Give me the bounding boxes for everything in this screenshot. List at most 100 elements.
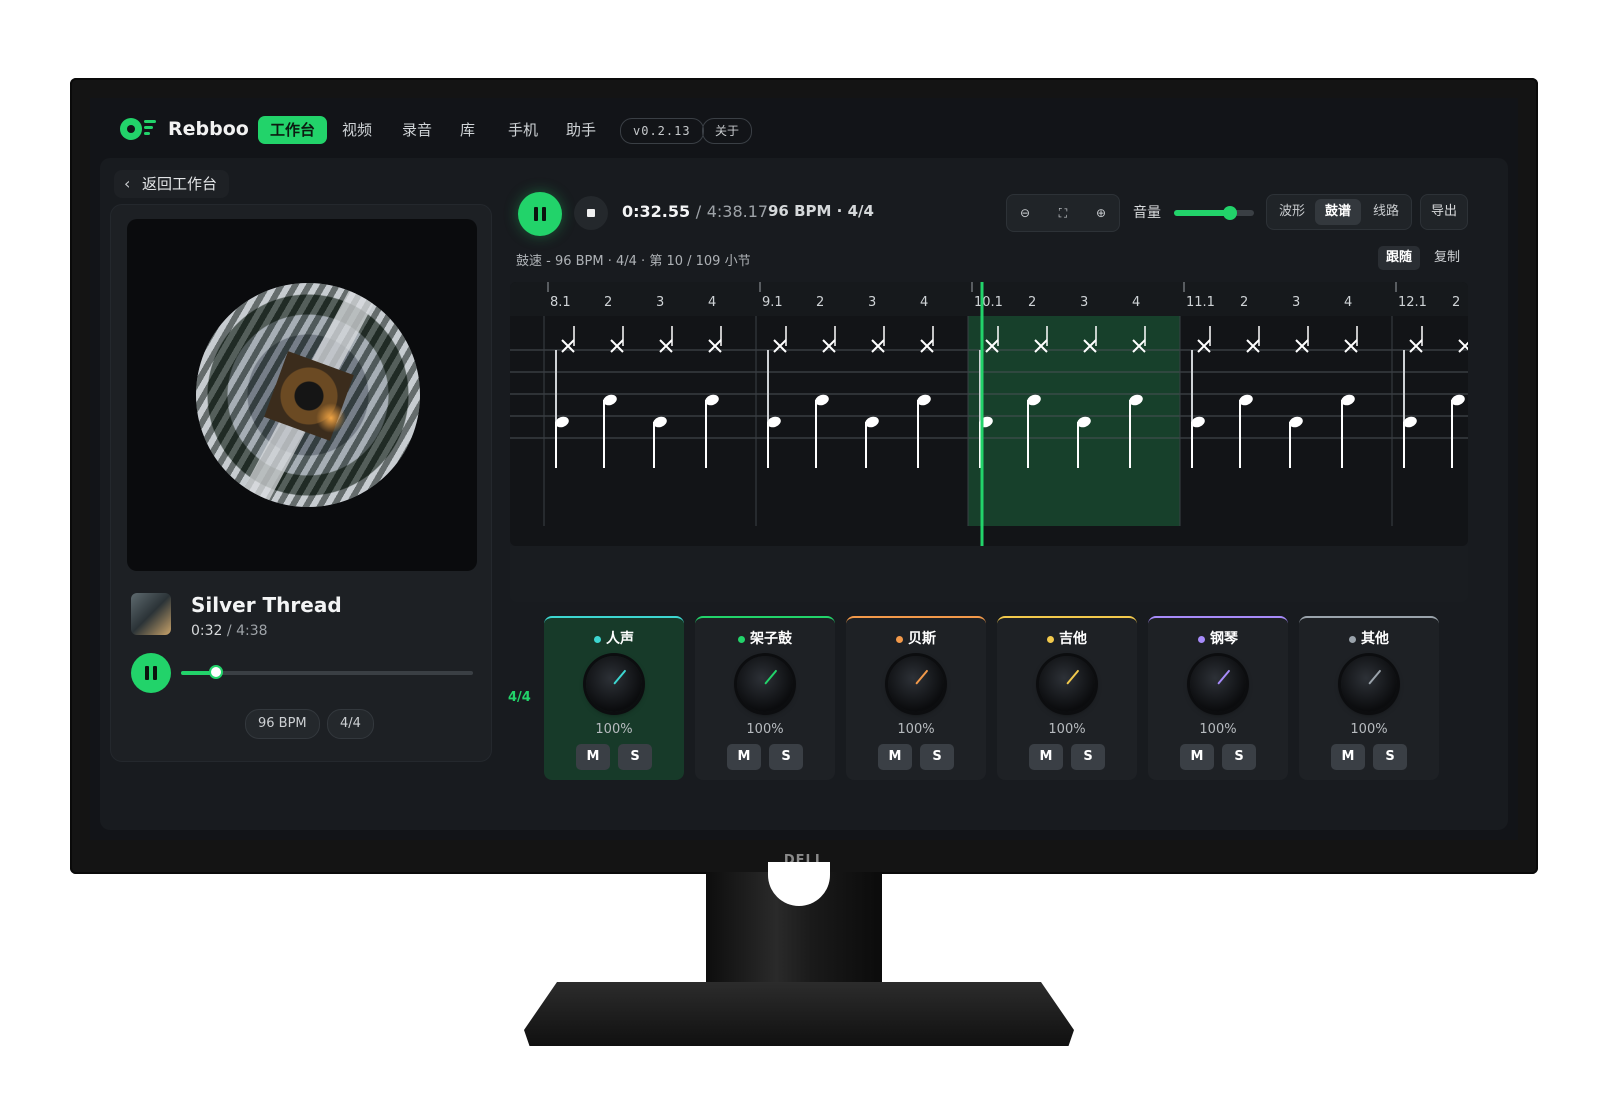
app-name: Rebboo — [168, 118, 249, 140]
channel-volume: 100% — [1048, 722, 1086, 737]
time-signature-label: 4/4 — [508, 690, 531, 705]
beat-label: 4 — [708, 295, 716, 310]
score-info: 鼓速 - 96 BPM · 4/4 · 第 10 / 109 小节 — [516, 254, 751, 269]
view-waveform[interactable]: 波形 — [1269, 199, 1315, 225]
active-measure-highlight — [968, 316, 1180, 526]
track-progress-handle[interactable] — [209, 665, 224, 679]
track-time-total: 4:38 — [236, 623, 268, 639]
nav-assistant[interactable]: 助手 — [554, 116, 608, 144]
volume-knob[interactable] — [1190, 656, 1246, 712]
export-button[interactable]: 导出 — [1420, 194, 1469, 230]
channel-name: 钢琴 — [1148, 628, 1288, 648]
track-time-separator: / — [226, 623, 232, 639]
volume-knob[interactable] — [1341, 656, 1397, 712]
version-badge: v0.2.13 — [620, 118, 704, 144]
knob-indicator — [915, 669, 929, 685]
measure-number: 12.1 — [1398, 295, 1427, 310]
transport-time-separator: / — [695, 202, 702, 221]
monitor-base — [524, 982, 1074, 1046]
back-button[interactable]: ‹ 返回工作台 — [114, 170, 230, 198]
channel-color-dot — [896, 635, 903, 643]
view-drum-score[interactable]: 鼓谱 — [1315, 199, 1362, 225]
volume-knob[interactable] — [888, 656, 944, 712]
monitor: Rebboo 工作台 视频 录音 库 手机 助手 v0.2.13 关于 ‹ 返回… — [70, 78, 1538, 874]
beat-label: 4 — [920, 295, 928, 310]
beat-label: 3 — [1292, 295, 1300, 310]
nav-recording[interactable]: 录音 — [390, 116, 444, 144]
transport-stop-button[interactable] — [574, 196, 608, 230]
channel-color-dot — [1047, 635, 1054, 643]
fit-screen-icon[interactable]: ⛶ — [1053, 203, 1073, 223]
volume-slider[interactable] — [1174, 206, 1254, 220]
channel-volume: 100% — [1350, 722, 1388, 737]
channel-label: 吉他 — [1059, 631, 1087, 647]
mute-button[interactable]: M — [1180, 744, 1214, 770]
knob-indicator — [764, 669, 778, 685]
solo-button[interactable]: S — [1222, 744, 1256, 770]
beat-label: 3 — [868, 295, 876, 310]
channel-volume: 100% — [595, 722, 633, 737]
track-title: Silver Thread — [191, 593, 342, 617]
solo-button[interactable]: S — [1071, 744, 1105, 770]
volume-knob[interactable] — [737, 656, 793, 712]
beat-label: 2 — [604, 295, 612, 310]
mute-button[interactable]: M — [1029, 744, 1063, 770]
top-navigation: Rebboo 工作台 视频 录音 库 手机 助手 v0.2.13 关于 — [90, 98, 1518, 158]
album-art-box — [127, 219, 477, 571]
player-pause-button[interactable] — [131, 653, 171, 693]
drum-score[interactable]: 8.12349.123410.123411.123412.1234 — [510, 282, 1468, 546]
solo-button[interactable]: S — [618, 744, 652, 770]
beat-label: 4 — [1132, 295, 1140, 310]
channel-name: 架子鼓 — [695, 628, 835, 648]
knob-indicator — [1368, 669, 1382, 685]
channel-volume: 100% — [1199, 722, 1237, 737]
channel-name: 其他 — [1299, 628, 1439, 648]
transport-bpm-meter: 96 BPM · 4/4 — [768, 202, 874, 220]
workbench-panel: ‹ 返回工作台 Silver Thread 0:32 / 4:38 96 BPM… — [100, 158, 1508, 830]
channel-color-dot — [738, 635, 745, 643]
follow-button[interactable]: 跟随 — [1378, 246, 1421, 270]
channel-color-dot — [1198, 635, 1205, 643]
solo-button[interactable]: S — [920, 744, 954, 770]
nav-video[interactable]: 视频 — [330, 116, 384, 144]
channel-name: 贝斯 — [846, 628, 986, 648]
channel-name: 吉他 — [997, 628, 1137, 648]
app-screen: Rebboo 工作台 视频 录音 库 手机 助手 v0.2.13 关于 ‹ 返回… — [90, 98, 1518, 840]
volume-handle[interactable] — [1223, 206, 1237, 220]
solo-button[interactable]: S — [769, 744, 803, 770]
measure-number: 8.1 — [550, 295, 571, 310]
drum-score-svg: 8.12349.123410.123411.123412.1234 — [510, 282, 1468, 546]
mute-button[interactable]: M — [727, 744, 761, 770]
knob-indicator — [1066, 669, 1080, 685]
track-progress-bar[interactable] — [181, 665, 473, 679]
transport-time-total: 4:38.17 — [706, 202, 769, 221]
view-routing[interactable]: 线路 — [1363, 199, 1409, 225]
transport-time-current: 0:32.55 — [622, 202, 691, 221]
bpm-chip: 96 BPM — [245, 709, 320, 739]
channel-label: 架子鼓 — [750, 631, 792, 647]
beat-label: 2 — [1240, 295, 1248, 310]
mute-button[interactable]: M — [576, 744, 610, 770]
zoom-controls: ⊖ ⛶ ⊕ — [1006, 194, 1120, 232]
channel-label: 钢琴 — [1210, 631, 1238, 647]
volume-knob[interactable] — [586, 656, 642, 712]
mute-button[interactable]: M — [1331, 744, 1365, 770]
logo-lines-icon — [144, 120, 156, 138]
zoom-out-icon[interactable]: ⊖ — [1015, 203, 1035, 223]
beat-label: 2 — [1028, 295, 1036, 310]
about-button[interactable]: 关于 — [702, 118, 753, 144]
mute-button[interactable]: M — [878, 744, 912, 770]
transport-pause-button[interactable] — [518, 192, 562, 236]
nav-library[interactable]: 库 — [448, 116, 487, 144]
solo-button[interactable]: S — [1373, 744, 1407, 770]
mixer-channel-1: 架子鼓 100% M S — [695, 616, 835, 780]
copy-button[interactable]: 复制 — [1426, 246, 1468, 270]
view-switcher: 波形 鼓谱 线路 — [1266, 194, 1412, 230]
channel-label: 贝斯 — [908, 631, 936, 647]
volume-label: 音量 — [1133, 205, 1161, 221]
volume-knob[interactable] — [1039, 656, 1095, 712]
zoom-in-icon[interactable]: ⊕ — [1091, 203, 1111, 223]
nav-workbench[interactable]: 工作台 — [258, 116, 328, 144]
nav-mobile[interactable]: 手机 — [496, 116, 550, 144]
measure-number: 11.1 — [1186, 295, 1215, 310]
